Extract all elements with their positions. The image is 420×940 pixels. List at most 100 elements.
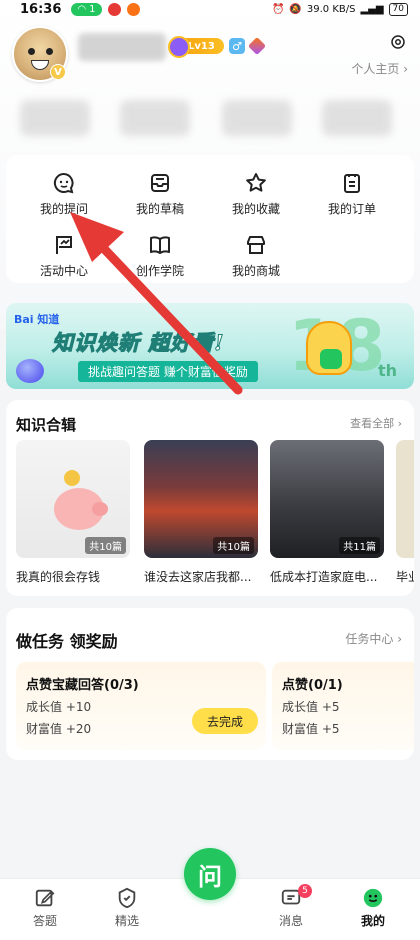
nav-label: 消息 [278,914,303,928]
shield-icon [118,887,136,909]
nav-label: 我的 [360,914,385,928]
duck-mascot-icon [306,321,352,375]
draft-tray-icon [151,174,169,192]
collection-item[interactable]: 共10篇 我真的很会存钱 [16,440,130,585]
app-notification-icon-2 [126,2,140,16]
collection-thumb-partial [396,440,414,558]
network-speed: 39.0 KB/S [306,3,356,15]
menu-activity-center[interactable]: 活动中心 [16,233,112,279]
nav-featured[interactable]: 精选 [92,887,162,929]
collection-count: 共11篇 [339,537,380,554]
task-item: 点赞宝藏回答(0/3) 成长值 +10 财富值 +20 去完成 [16,662,266,750]
promo-banner[interactable]: 18 th Bai 知道 知识焕新 超好看! 挑战趣问答题 赚个财富值奖励 [6,303,414,389]
level-badge[interactable]: Lv13 [168,36,224,58]
menu-my-questions[interactable]: 我的提问 [16,171,112,217]
alarm-icon: ⏰ [271,3,285,15]
menu-creator-academy[interactable]: 创作学院 [112,233,208,279]
book-icon [150,236,170,254]
menu-label: 活动中心 [39,264,88,278]
pig-snout [92,502,108,516]
menu-label: 我的商城 [231,264,280,278]
nav-label: 答题 [32,914,57,928]
task-item: 点赞(0/1) 成长值 +5 财富值 +5 [272,662,414,750]
banner-headline: 知识焕新 超好看! [52,330,225,356]
star-icon [246,173,266,192]
collections-title: 知识合辑 [16,416,77,434]
status-time: 16:36 [20,1,62,17]
message-count-badge: 5 [298,884,312,898]
nav-mine[interactable]: 我的 [338,887,408,929]
menu-label: 创作学院 [135,264,184,278]
menu-my-orders[interactable]: 我的订单 [304,171,400,217]
nav-label: 精选 [114,914,139,928]
nav-messages[interactable]: 消息 [256,887,326,929]
task-growth-reward: 成长值 +5 [282,700,340,714]
stat-blurred-4[interactable] [322,100,392,136]
stat-blurred-3[interactable] [222,100,292,136]
menu-my-favorites[interactable]: 我的收藏 [208,171,304,217]
menu-label: 我的订单 [327,202,376,216]
collection-thumb-piggybank: 共10篇 [16,440,130,558]
wifi-icon: ◠ [77,3,87,15]
smiley-icon [363,888,383,908]
hotspot-count: 1 [89,3,96,15]
hotspot-pill: ◠ 1 [71,2,102,16]
order-list-icon [344,174,360,193]
task-name: 点赞(0/1) [282,678,343,693]
coin-icon [64,470,80,486]
knowledge-collections-card: 知识合辑 查看全部 › 共10篇 我真的很会存钱 共10篇 谁没去这家店我都..… [6,400,414,596]
collection-item[interactable]: 共10篇 谁没去这家店我都... [144,440,258,585]
quick-menu-card: 我的提问 我的草稿 我的收藏 我的订单 活动中心 创作学院 我的商城 [6,155,414,283]
baidu-zhidao-logo: Bai 知道 [14,313,60,326]
task-center-link[interactable]: 任务中心 › [345,630,402,647]
status-right: ⏰ 🔕 39.0 KB/S ▂▄▆ 70 [271,2,408,16]
ask-question-button[interactable]: 问 [184,848,236,900]
collection-item-partial[interactable]: 毕业 [396,440,414,585]
avatar-eye-left [28,48,35,55]
stat-blurred-2[interactable] [120,100,190,136]
menu-label: 我的草稿 [135,202,184,216]
male-icon: ♂ [229,38,245,54]
collection-title: 低成本打造家庭电... [270,570,378,584]
collection-title: 毕业 [396,570,414,584]
stat-blurred-1[interactable] [20,100,90,136]
go-complete-button[interactable]: 去完成 [192,708,258,734]
avatar-mouth [31,60,49,70]
collection-thumb-street: 共10篇 [144,440,258,558]
collection-count: 共10篇 [85,537,126,554]
menu-my-shop[interactable]: 我的商城 [208,233,304,279]
menu-label: 我的提问 [39,202,88,216]
nav-answer[interactable]: 答题 [10,887,80,929]
collection-item[interactable]: 共11篇 低成本打造家庭电... [270,440,384,585]
personal-homepage-link[interactable]: 个人主页 › [351,60,408,77]
collections-view-all[interactable]: 查看全部 › [350,415,402,431]
tasks-title: 做任务 领奖励 [16,632,118,651]
shop-icon [247,236,265,254]
vip-badge: V [50,64,66,80]
task-wealth-reward: 财富值 +5 [282,722,340,736]
signal-icon: ▂▄▆ [360,3,384,15]
anniversary-suffix: th [378,361,398,380]
flag-icon [56,236,72,254]
question-bubble-icon [53,172,74,194]
edit-icon [35,889,55,907]
task-wealth-reward: 财富值 +20 [26,722,92,736]
battery-indicator: 70 [388,2,408,16]
task-name: 点赞宝藏回答(0/3) [26,678,139,693]
banner-subline: 挑战趣问答题 赚个财富值奖励 [78,361,258,382]
app-notification-icon [107,2,121,16]
collection-thumb-projector: 共11篇 [270,440,384,558]
collection-count: 共10篇 [213,537,254,554]
menu-my-drafts[interactable]: 我的草稿 [112,171,208,217]
menu-label: 我的收藏 [231,202,280,216]
settings-icon[interactable] [389,33,407,51]
tasks-card: 做任务 领奖励 任务中心 › 点赞宝藏回答(0/3) 成长值 +10 财富值 +… [6,608,414,760]
status-bar: 16:36 ◠ 1 ⏰ 🔕 39.0 KB/S ▂▄▆ 70 [0,0,420,18]
level-text: Lv13 [188,40,215,52]
decor-ball [16,359,44,383]
task-growth-reward: 成长值 +10 [26,700,92,714]
collection-title: 我真的很会存钱 [16,570,101,584]
mute-icon: 🔕 [289,3,302,15]
collection-title: 谁没去这家店我都... [144,570,252,584]
username-blurred[interactable] [78,33,166,61]
